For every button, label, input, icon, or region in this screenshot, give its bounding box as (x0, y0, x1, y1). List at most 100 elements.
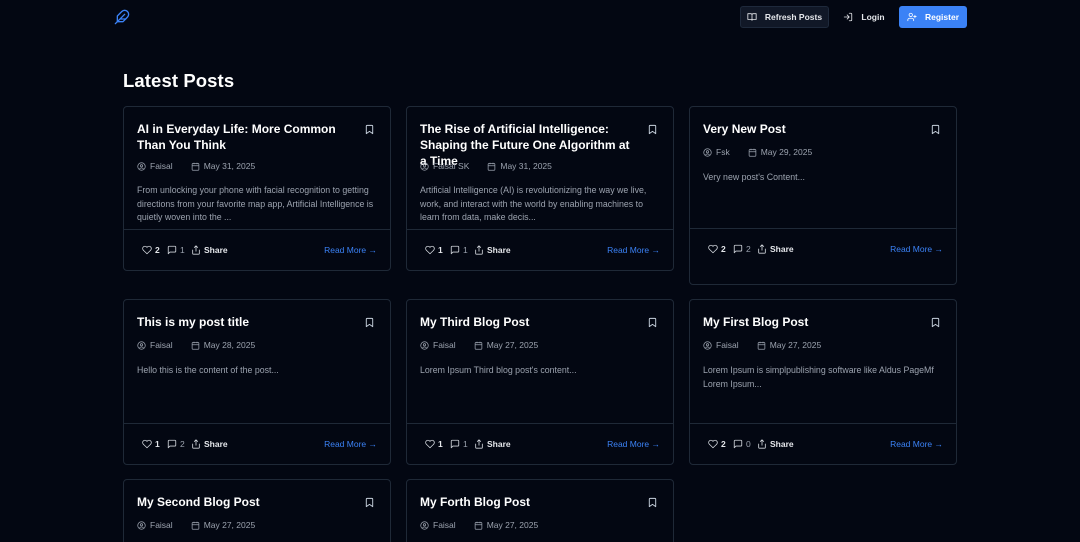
comment-button[interactable]: 2 (167, 424, 185, 464)
post-card[interactable]: My Third Blog Post Faisal May 27, 2025 L… (406, 299, 674, 465)
share-label: Share (487, 245, 511, 255)
post-card[interactable]: AI in Everyday Life: More Common Than Yo… (123, 106, 391, 271)
share-label: Share (204, 439, 228, 449)
post-title[interactable]: My Second Blog Post (137, 494, 352, 510)
comment-count: 1 (180, 245, 185, 255)
post-author: Faisal (150, 161, 173, 171)
read-more-link[interactable]: Read More → (607, 424, 660, 464)
like-count: 1 (438, 245, 443, 255)
share-label: Share (204, 245, 228, 255)
like-button[interactable]: 1 (425, 424, 443, 464)
user-icon (137, 341, 146, 350)
post-date: May 31, 2025 (500, 161, 552, 171)
like-button[interactable]: 1 (142, 424, 160, 464)
post-title[interactable]: My Forth Blog Post (420, 494, 635, 510)
feather-logo-icon[interactable] (114, 9, 130, 25)
post-card[interactable]: My Second Blog Post Faisal May 27, 2025 (123, 479, 391, 542)
comment-icon (450, 439, 460, 449)
bookmark-icon[interactable] (364, 497, 375, 508)
register-button[interactable]: Register (899, 6, 967, 28)
bookmark-icon[interactable] (364, 317, 375, 328)
login-button[interactable]: Login (838, 6, 890, 28)
user-plus-icon (907, 12, 917, 22)
bookmark-icon[interactable] (930, 317, 941, 328)
bookmark-icon[interactable] (647, 317, 658, 328)
user-icon (420, 341, 429, 350)
calendar-icon (757, 341, 766, 350)
post-title[interactable]: Very New Post (703, 121, 918, 137)
comment-button[interactable]: 0 (733, 424, 751, 464)
bookmark-icon[interactable] (647, 124, 658, 135)
share-button[interactable]: Share (191, 424, 228, 464)
like-button[interactable]: 2 (708, 229, 726, 269)
heart-icon (708, 244, 718, 254)
post-date: May 27, 2025 (769, 340, 822, 350)
post-meta: Faisal May 27, 2025 (420, 340, 538, 350)
post-excerpt: Very new post's Content... (703, 172, 805, 182)
register-label: Register (924, 12, 959, 22)
post-title[interactable]: This is my post title (137, 314, 352, 330)
like-button[interactable]: 2 (708, 424, 726, 464)
comment-count: 0 (746, 439, 751, 449)
comment-button[interactable]: 1 (167, 230, 185, 270)
calendar-icon (474, 521, 483, 530)
comment-count: 2 (746, 244, 751, 254)
read-more-link[interactable]: Read More → (324, 424, 377, 464)
read-more-link[interactable]: Read More → (607, 230, 660, 270)
share-button[interactable]: Share (474, 230, 511, 270)
post-excerpt: Lorem Ipsum is simplpublishing software … (703, 365, 934, 389)
share-icon (474, 439, 484, 449)
share-icon (474, 245, 484, 255)
post-title[interactable]: AI in Everyday Life: More Common Than Yo… (137, 121, 352, 153)
post-card[interactable]: The Rise of Artificial Intelligence: Sha… (406, 106, 674, 271)
comment-icon (733, 439, 743, 449)
post-card[interactable]: This is my post title Faisal May 28, 202… (123, 299, 391, 465)
bookmark-icon[interactable] (647, 497, 658, 508)
calendar-icon (487, 162, 496, 171)
comment-button[interactable]: 2 (733, 229, 751, 269)
post-date: May 27, 2025 (203, 520, 256, 530)
like-button[interactable]: 1 (425, 230, 443, 270)
login-label: Login (861, 12, 885, 22)
post-excerpt: Hello this is the content of the post... (137, 365, 279, 375)
comment-count: 1 (463, 245, 468, 255)
post-footer: 2 1 Share Read More → (124, 229, 390, 270)
comment-button[interactable]: 1 (450, 424, 468, 464)
refresh-posts-button[interactable]: Refresh Posts (740, 6, 829, 28)
share-button[interactable]: Share (474, 424, 511, 464)
comment-button[interactable]: 1 (450, 230, 468, 270)
read-more-link[interactable]: Read More → (324, 230, 377, 270)
post-author: Faisal (433, 340, 456, 350)
post-card[interactable]: My Forth Blog Post Faisal May 27, 2025 (406, 479, 674, 542)
like-button[interactable]: 2 (142, 230, 160, 270)
read-more-link[interactable]: Read More → (890, 229, 943, 269)
post-card[interactable]: My First Blog Post Faisal May 27, 2025 L… (689, 299, 957, 465)
post-author: Faisal SK (433, 161, 470, 171)
share-icon (757, 244, 767, 254)
bookmark-icon[interactable] (930, 124, 941, 135)
post-date: May 27, 2025 (486, 520, 539, 530)
heart-icon (142, 439, 152, 449)
post-meta: Faisal May 27, 2025 (137, 520, 255, 530)
post-author: Faisal (716, 340, 739, 350)
calendar-icon (191, 521, 200, 530)
like-count: 2 (721, 439, 726, 449)
comment-count: 1 (463, 439, 468, 449)
post-footer: 2 0 Share Read More → (690, 423, 956, 464)
like-count: 2 (721, 244, 726, 254)
post-title[interactable]: My Third Blog Post (420, 314, 635, 330)
share-button[interactable]: Share (191, 230, 228, 270)
bookmark-icon[interactable] (364, 124, 375, 135)
comment-icon (450, 245, 460, 255)
calendar-icon (191, 162, 200, 171)
share-icon (757, 439, 767, 449)
post-card[interactable]: Very New Post Fsk May 29, 2025 Very new … (689, 106, 957, 285)
share-button[interactable]: Share (757, 229, 794, 269)
page-title: Latest Posts (123, 70, 235, 91)
book-icon (747, 12, 757, 22)
post-title[interactable]: My First Blog Post (703, 314, 918, 330)
read-more-link[interactable]: Read More → (890, 424, 943, 464)
calendar-icon (748, 148, 757, 157)
user-icon (703, 341, 712, 350)
share-button[interactable]: Share (757, 424, 794, 464)
